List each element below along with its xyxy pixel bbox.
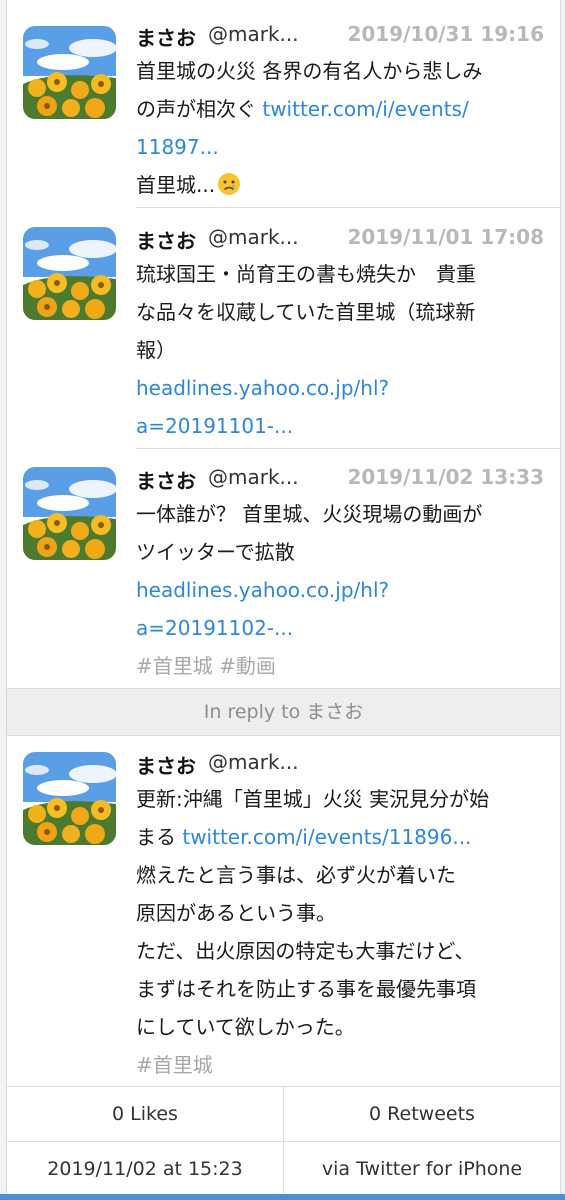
user-avatar[interactable] [23,26,116,119]
user-avatar[interactable] [23,227,116,320]
tweet-text-line: 報） [136,338,176,362]
source-client[interactable]: via Twitter for iPhone [284,1142,560,1196]
tweet-text-line: ただ、出火原因の特定も大事だけど、 [136,939,475,963]
retweets-count[interactable]: 0 Retweets [284,1087,560,1141]
tweet-4[interactable]: まさお @mark... 更新:沖縄「首里城」火災 実況見分が始 まる twit… [7,750,560,1080]
tweet-timestamp[interactable]: 2019/10/31 19:16 [347,22,544,46]
author-name[interactable]: まさお [136,225,196,254]
author-name[interactable]: まさお [136,22,196,51]
user-avatar[interactable] [23,752,116,845]
author-handle[interactable]: @mark... [208,225,299,249]
author-handle[interactable]: @mark... [208,750,299,774]
tweet-divider [136,207,560,208]
tweet-text-line: まずはそれを防止する事を最優先事項 [136,977,476,1001]
hashtags[interactable]: #首里城 [136,1053,213,1077]
hashtags[interactable]: #首里城 #動画 [136,654,276,678]
tweet-text-line: まる [136,825,183,849]
tweet-timestamp[interactable]: 2019/11/02 13:33 [347,465,544,489]
tweet-link[interactable]: headlines.yahoo.co.jp/hl? [136,376,389,400]
tweet-link[interactable]: twitter.com/i/events/ [262,97,468,121]
tweet-text-line: の声が相次ぐ [136,97,263,121]
tweet-text-line: な品々を収蔵していた首里城（琉球新 [136,300,476,324]
tweet-divider [136,448,560,449]
tweet-text-line: 首里城... [136,173,216,197]
in-reply-to-bar[interactable]: In reply to まさお [7,688,560,736]
tweet-2[interactable]: まさお @mark... 2019/11/01 17:08 琉球国王・尚育王の書… [7,225,560,448]
tweet-text-line: 原因があるという事。 [136,901,336,925]
tweet-link-continued[interactable]: a=20191102-... [136,616,293,640]
tweet-text-line: ツイッターで拡散 [136,540,295,564]
bottom-accent-bar [0,1194,565,1200]
tweet-1[interactable]: まさお @mark... 2019/10/31 19:16 首里城の火災 各界の… [7,22,560,207]
tweet-link[interactable]: twitter.com/i/events/11896... [182,825,471,849]
author-name[interactable]: まさお [136,750,196,779]
tweet-link[interactable]: headlines.yahoo.co.jp/hl? [136,578,389,602]
tweet-link-continued[interactable]: a=20191101-... [136,414,293,438]
tweet-text-line: 琉球国王・尚育王の書も焼失か 貴重 [136,262,476,286]
tweet-text-line: にしていて欲しかった。 [136,1015,355,1039]
author-handle[interactable]: @mark... [208,22,299,46]
tweet-text-line: 一体誰が？ 首里城、火災現場の動画が [136,502,483,526]
user-avatar[interactable] [23,467,116,560]
tweet-stats-grid: 0 Likes 0 Retweets 2019/11/02 at 15:23 v… [7,1086,560,1195]
author-name[interactable]: まさお [136,465,196,494]
tweet-thread-panel: まさお @mark... 2019/10/31 19:16 首里城の火災 各界の… [6,0,561,1200]
crying-face-icon [217,170,241,195]
tweet-link-continued[interactable]: 11897... [136,135,219,159]
author-handle[interactable]: @mark... [208,465,299,489]
tweet-text-line: 首里城の火災 各界の有名人から悲しみ [136,59,483,83]
tweet-text-line: 更新:沖縄「首里城」火災 実況見分が始 [136,787,490,811]
tweet-text-line: 燃えたと言う事は、必ず火が着いた [136,863,456,887]
tweet-3[interactable]: まさお @mark... 2019/11/02 13:33 一体誰が？ 首里城、… [7,465,560,687]
posted-at: 2019/11/02 at 15:23 [47,1158,243,1180]
tweet-timestamp[interactable]: 2019/11/01 17:08 [347,225,544,249]
likes-count[interactable]: 0 Likes [7,1087,283,1141]
